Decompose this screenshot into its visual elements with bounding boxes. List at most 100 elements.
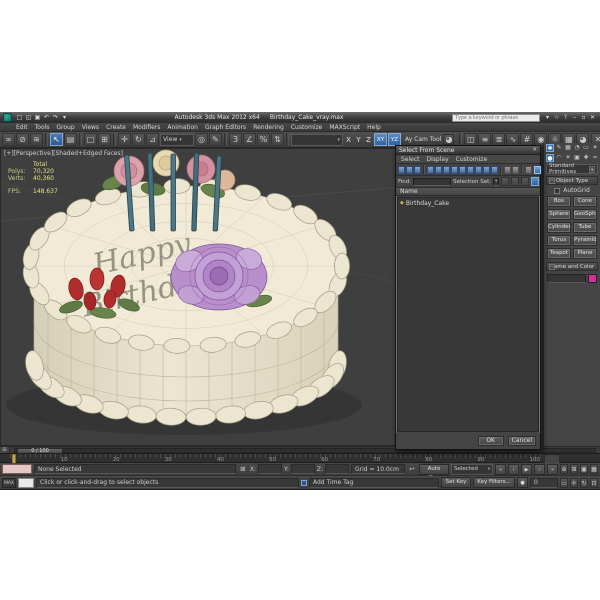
cone-button[interactable]: Cone	[573, 196, 597, 207]
open-file-icon[interactable]: ◱	[24, 113, 33, 122]
category-shapes-icon[interactable]: ◠	[555, 154, 563, 162]
menu-tools[interactable]: Tools	[35, 124, 50, 131]
display-spacewarps-icon[interactable]	[467, 165, 474, 174]
menu-maxscript[interactable]: MAXScript	[329, 124, 360, 131]
dialog-title-bar[interactable]: Select From Scene ✕	[396, 146, 540, 155]
viewport-label[interactable]: [+][Perspective][Shaded+Edged Faces]	[4, 150, 123, 157]
primitive-category-dropdown[interactable]: Standard Primitives ▾	[546, 163, 598, 175]
select-and-move-icon[interactable]: ✛	[118, 133, 131, 146]
zoom-extents-all-icon[interactable]: ▦	[590, 464, 598, 474]
select-and-rotate-icon[interactable]: ↻	[132, 133, 145, 146]
cylinder-button[interactable]: Cylinder	[547, 222, 571, 233]
sphere-button[interactable]: Sphere	[547, 209, 571, 220]
tab-utilities-icon[interactable]: ✶	[591, 144, 599, 152]
help-icon[interactable]: ?	[561, 113, 570, 122]
menu-edit[interactable]: Edit	[16, 124, 28, 131]
macro-recorder-pane[interactable]	[2, 464, 32, 474]
add-time-tag-checkbox[interactable]	[301, 479, 307, 486]
display-cameras-icon[interactable]	[451, 165, 458, 174]
axis-z-label[interactable]: Z	[364, 136, 373, 144]
select-object-icon[interactable]: ↖	[50, 133, 63, 146]
current-frame-field[interactable]: 0	[530, 477, 558, 488]
coord-x-field[interactable]	[257, 464, 282, 474]
plane-button[interactable]: Plane	[573, 248, 597, 259]
workspace-flyout-icon[interactable]: ▾	[60, 113, 69, 122]
object-color-swatch[interactable]	[588, 274, 597, 283]
select-and-link-icon[interactable]: ∞	[2, 133, 15, 146]
collapse-icon[interactable]: −	[549, 178, 555, 184]
geosphere-button[interactable]: GeoSphere	[573, 209, 597, 220]
add-time-tag-field[interactable]: Add Time Tag	[309, 477, 439, 488]
ok-button[interactable]: OK	[477, 436, 504, 446]
angle-snap-icon[interactable]: ∠	[243, 133, 256, 146]
save-selection-set-icon[interactable]	[501, 177, 510, 186]
dialog-menu-select[interactable]: Select	[401, 156, 420, 163]
display-bones-icon[interactable]	[491, 165, 498, 174]
display-lights-icon[interactable]	[443, 165, 450, 174]
app-logo-icon[interactable]	[3, 113, 12, 122]
torus-button[interactable]: Torus	[547, 235, 571, 246]
collapse-icon[interactable]: −	[549, 264, 555, 270]
menu-customize[interactable]: Customize	[291, 124, 323, 131]
zoom-all-icon[interactable]: ⊞	[570, 464, 578, 474]
tab-motion-icon[interactable]: ◔	[573, 144, 581, 152]
selection-set-filter-dropdown[interactable]: Selected ▾	[451, 463, 493, 475]
spinner-snap-icon[interactable]: ⇅	[271, 133, 284, 146]
cancel-button[interactable]: Cancel	[507, 436, 536, 446]
category-helpers-icon[interactable]: ✚	[582, 154, 590, 162]
zoom-region-icon[interactable]: ▭	[560, 477, 568, 488]
display-geometry-icon[interactable]	[427, 165, 434, 174]
object-name-field[interactable]	[547, 274, 586, 283]
save-file-icon[interactable]: ▣	[33, 113, 42, 122]
auto-key-button[interactable]: Auto Key	[419, 463, 449, 481]
window-crossing-icon[interactable]: ⊞	[98, 133, 111, 146]
maximize-viewport-icon[interactable]: ⊡	[590, 477, 598, 488]
listener-pane[interactable]	[18, 477, 34, 488]
menu-graph-editors[interactable]: Graph Editors	[205, 124, 246, 131]
search-caret-icon[interactable]: ▾	[543, 113, 552, 122]
menu-create[interactable]: Create	[106, 124, 126, 131]
teapot-button[interactable]: Teapot	[547, 248, 571, 259]
display-helpers-icon[interactable]	[459, 165, 466, 174]
tube-button[interactable]: Tube	[573, 222, 597, 233]
display-groups-icon[interactable]	[475, 165, 482, 174]
redo-icon[interactable]: ↷	[51, 113, 60, 122]
new-file-icon[interactable]: □	[15, 113, 24, 122]
unlink-selection-icon[interactable]: ⊘	[16, 133, 29, 146]
selection-region-icon[interactable]: □	[84, 133, 97, 146]
go-to-start-button[interactable]: «	[495, 463, 506, 475]
previous-frame-button[interactable]: ‹	[508, 463, 519, 475]
constraint-xy-button[interactable]: XY	[374, 133, 387, 146]
coord-z-field[interactable]	[325, 464, 349, 474]
hierarchy-view-icon[interactable]	[534, 165, 541, 174]
key-filters-button[interactable]: Key Filters...	[473, 477, 515, 488]
name-and-color-rollout[interactable]: − Name and Color	[546, 262, 598, 271]
favorites-star-icon[interactable]: ☆	[552, 113, 561, 122]
percent-snap-icon[interactable]: %	[257, 133, 270, 146]
category-cameras-icon[interactable]: ▣	[573, 154, 581, 162]
reference-coordinate-dropdown[interactable]: View ▾	[160, 133, 194, 146]
dialog-close-icon[interactable]: ✕	[532, 147, 537, 153]
menu-help[interactable]: Help	[367, 124, 381, 131]
dialog-menu-display[interactable]: Display	[427, 156, 449, 163]
close-button[interactable]: ✕	[588, 113, 597, 122]
select-and-manipulate-icon[interactable]: ✎	[209, 133, 222, 146]
selection-lock-icon[interactable]: ⊠	[238, 464, 248, 474]
key-mode-toggle[interactable]: ●	[517, 477, 528, 488]
autogrid-checkbox[interactable]	[554, 187, 561, 194]
select-and-scale-icon[interactable]: ⊿	[146, 133, 159, 146]
display-none-icon[interactable]	[406, 165, 413, 174]
selection-set-dropdown[interactable]: ▾	[493, 177, 500, 186]
object-type-rollout[interactable]: − Object Type	[546, 176, 598, 185]
undo-icon[interactable]: ↶	[42, 113, 51, 122]
dialog-menu-customize[interactable]: Customize	[456, 156, 488, 163]
axis-x-label[interactable]: X	[344, 136, 353, 144]
next-frame-button[interactable]: ›	[534, 463, 545, 475]
display-shapes-icon[interactable]	[435, 165, 442, 174]
bind-to-spacewarp-icon[interactable]: ≋	[30, 133, 43, 146]
tab-display-icon[interactable]: ▭	[582, 144, 590, 152]
set-key-button[interactable]: Set Key	[441, 477, 471, 488]
maxscript-mini-listener-button[interactable]: MAX	[2, 477, 16, 488]
display-hidden-icon[interactable]	[512, 165, 519, 174]
menu-modifiers[interactable]: Modifiers	[133, 124, 160, 131]
